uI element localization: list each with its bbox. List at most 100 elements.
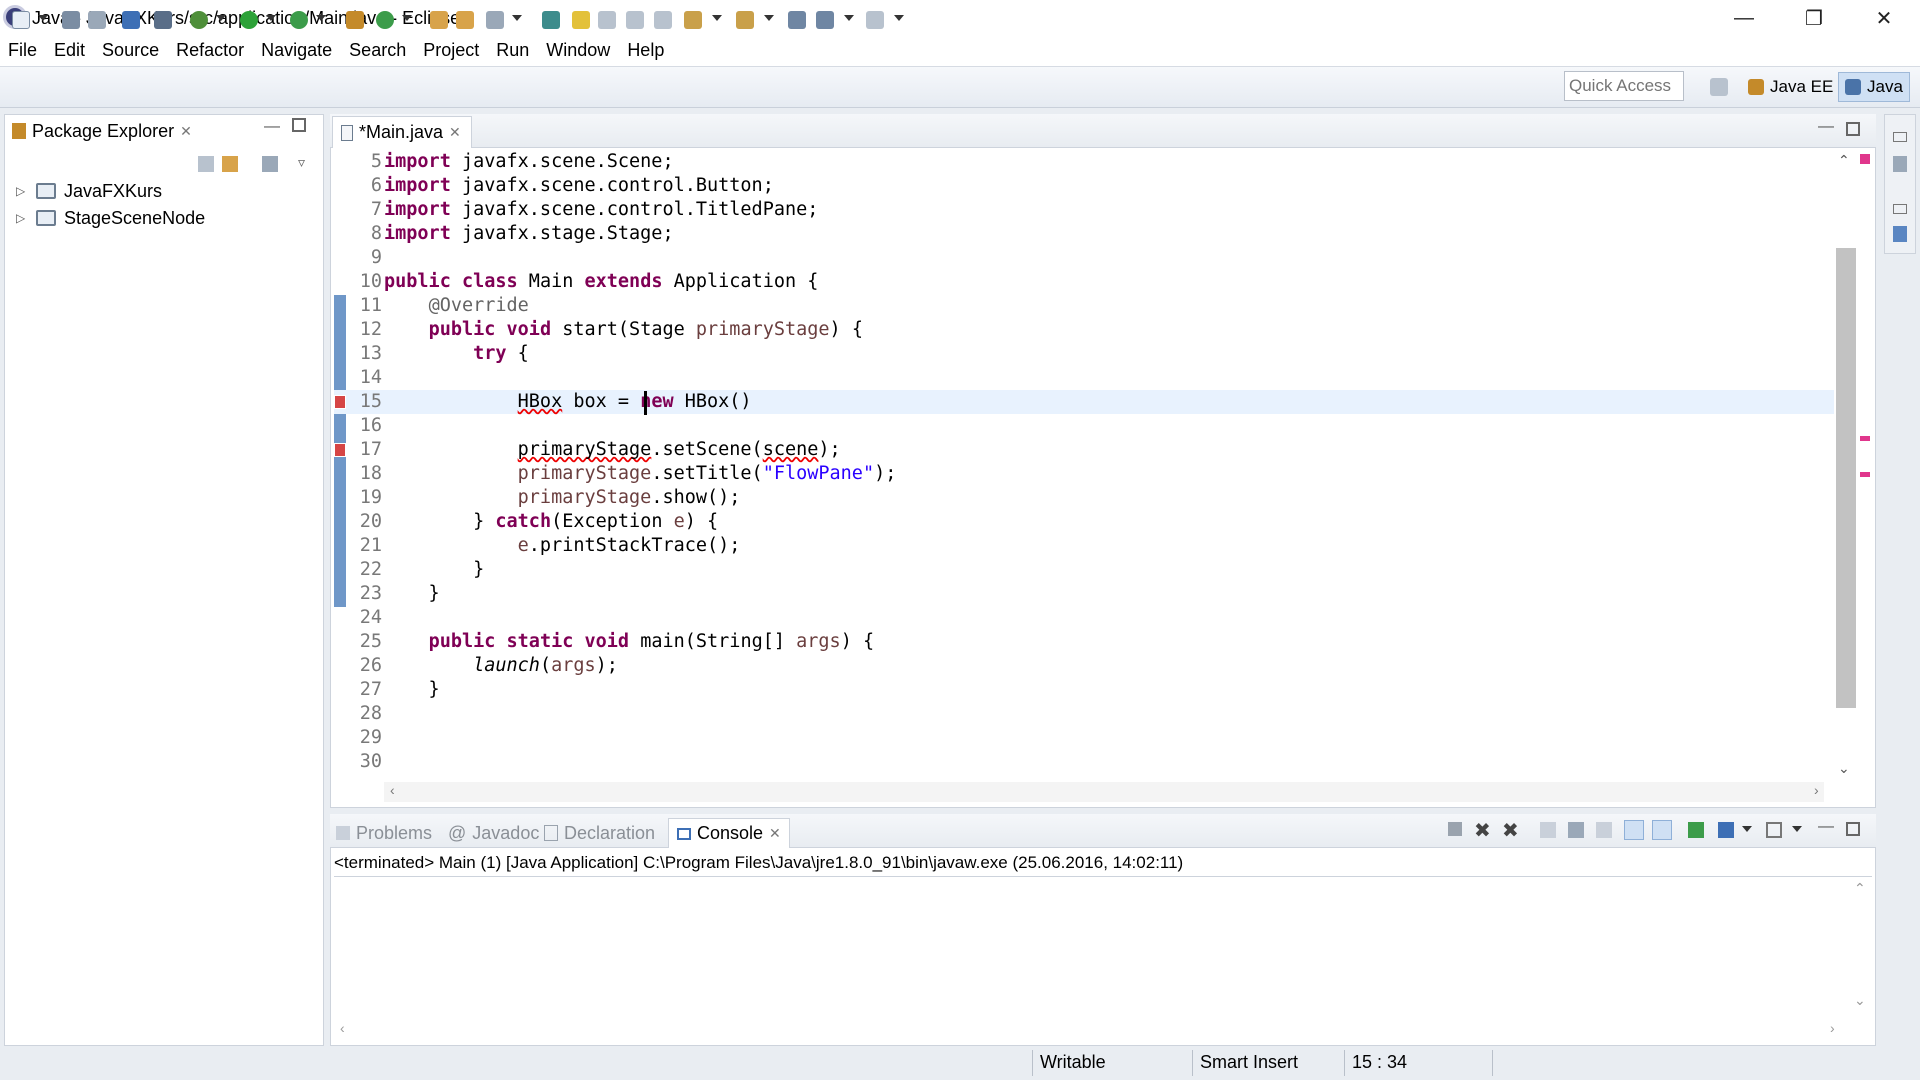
focus-active-task-icon[interactable] [262, 156, 278, 172]
error-marker-icon[interactable] [334, 395, 346, 409]
scroll-right-icon[interactable]: › [1814, 782, 1819, 798]
restore-button[interactable]: ❐ [1780, 0, 1848, 36]
menu-run[interactable]: Run [496, 40, 529, 61]
tab-problems[interactable]: Problems [336, 818, 432, 848]
view-menu-icon[interactable]: ▿ [298, 154, 305, 171]
editor-horizontal-scrollbar[interactable] [384, 782, 1824, 802]
search-icon[interactable] [486, 11, 504, 29]
toggle-ant-icon[interactable] [542, 11, 560, 29]
new-java-package-icon[interactable] [346, 11, 364, 29]
pin-console-icon[interactable] [1688, 822, 1704, 838]
perspective-java[interactable]: Java [1838, 72, 1910, 102]
new-dropdown-icon[interactable] [38, 15, 48, 21]
open-console-dropdown-icon[interactable] [1792, 826, 1802, 832]
restore-stack-icon[interactable] [1893, 132, 1907, 142]
show-whitespace-icon[interactable] [654, 11, 672, 29]
scroll-down-icon[interactable]: ⌄ [1838, 760, 1850, 777]
minimize-editor-icon[interactable]: — [1818, 118, 1834, 136]
search-dropdown-icon[interactable] [512, 15, 522, 21]
open-console-icon[interactable] [1766, 822, 1782, 838]
run-dropdown-icon[interactable] [266, 15, 276, 21]
forward-icon[interactable] [866, 11, 884, 29]
tree-item-project[interactable]: ▷ StageSceneNode [16, 205, 205, 231]
tab-main-java[interactable]: *Main.java ✕ [332, 116, 472, 148]
display-console-dropdown-icon[interactable] [1742, 826, 1752, 832]
close-view-icon[interactable]: ✕ [180, 123, 192, 140]
menu-edit[interactable]: Edit [54, 40, 85, 61]
code-line[interactable]: 24 [334, 606, 1834, 630]
open-task-icon[interactable] [456, 11, 474, 29]
menu-source[interactable]: Source [102, 40, 159, 61]
code-line[interactable]: 8 import javafx.stage.Stage; [334, 222, 1834, 246]
code-line[interactable]: 5 import javafx.scene.Scene; [334, 150, 1834, 174]
save-icon[interactable] [62, 11, 80, 29]
menu-file[interactable]: File [8, 40, 37, 61]
restore-stack-icon[interactable] [1893, 204, 1907, 214]
overview-error-mark[interactable] [1860, 436, 1870, 441]
minimize-button[interactable]: — [1710, 0, 1778, 36]
code-line[interactable]: 9 [334, 246, 1834, 270]
code-line[interactable]: 20 } catch(Exception e) { [334, 510, 1834, 534]
next-annotation-icon[interactable] [684, 11, 702, 29]
maximize-view-icon[interactable] [292, 118, 306, 132]
minimize-panel-icon[interactable]: — [1818, 818, 1834, 836]
skip-breakpoints-icon[interactable] [154, 11, 172, 29]
mark-occurrences-icon[interactable] [572, 11, 590, 29]
back-icon[interactable] [816, 11, 834, 29]
menu-help[interactable]: Help [627, 40, 664, 61]
last-edit-location-icon[interactable] [788, 11, 806, 29]
code-line[interactable]: 11 @Override [334, 294, 1834, 318]
outline-icon[interactable] [1893, 226, 1907, 242]
previous-annotation-icon[interactable] [736, 11, 754, 29]
next-annotation-dropdown-icon[interactable] [712, 15, 722, 21]
open-perspective-icon[interactable] [1710, 78, 1728, 96]
new-java-class-icon[interactable] [376, 11, 394, 29]
maximize-panel-icon[interactable] [1846, 822, 1860, 836]
scroll-right-icon[interactable]: › [1830, 1020, 1835, 1036]
open-type-icon[interactable] [430, 11, 448, 29]
tab-javadoc[interactable]: @ Javadoc [448, 818, 539, 848]
expand-arrow-icon[interactable]: ▷ [16, 211, 28, 225]
scroll-left-icon[interactable]: ‹ [340, 1020, 345, 1036]
editor-scroll-thumb[interactable] [1836, 248, 1856, 708]
word-wrap-console-icon[interactable] [1596, 822, 1612, 838]
show-console-stderr-icon[interactable] [1652, 820, 1672, 840]
code-line[interactable]: 14 [334, 366, 1834, 390]
expand-arrow-icon[interactable]: ▷ [16, 184, 28, 198]
code-line[interactable]: 6 import javafx.scene.control.Button; [334, 174, 1834, 198]
scroll-left-icon[interactable]: ‹ [390, 782, 395, 798]
code-line[interactable]: 23 } [334, 582, 1834, 606]
save-all-icon[interactable] [88, 11, 106, 29]
tab-declaration[interactable]: Declaration [544, 818, 655, 848]
overview-error-mark[interactable] [1860, 472, 1870, 477]
maximize-editor-icon[interactable] [1846, 122, 1860, 136]
code-line[interactable]: 28 [334, 702, 1834, 726]
code-line[interactable]: 19 primaryStage.show(); [334, 486, 1834, 510]
debug-dropdown-icon[interactable] [216, 15, 226, 21]
code-line[interactable]: 29 [334, 726, 1834, 750]
coverage-icon[interactable] [290, 11, 308, 29]
code-editor[interactable]: 5 import javafx.scene.Scene; 6 import javaf… [334, 150, 1834, 780]
code-line[interactable]: 13 try { [334, 342, 1834, 366]
clear-console-icon[interactable] [1540, 822, 1556, 838]
run-icon[interactable] [240, 11, 258, 29]
perspective-java-ee[interactable]: Java EE [1742, 72, 1839, 102]
scroll-up-icon[interactable]: ⌃ [1854, 880, 1866, 897]
quick-access-input[interactable] [1564, 71, 1684, 101]
scroll-lock-icon[interactable] [1568, 822, 1584, 838]
code-line[interactable]: 30 [334, 750, 1834, 774]
code-line[interactable]: 18 primaryStage.setTitle("FlowPane"); [334, 462, 1834, 486]
tree-item-project[interactable]: ▷ JavaFXKurs [16, 178, 162, 204]
coverage-dropdown-icon[interactable] [316, 15, 326, 21]
forward-dropdown-icon[interactable] [894, 15, 904, 21]
menu-project[interactable]: Project [423, 40, 479, 61]
minimize-view-icon[interactable]: — [264, 118, 280, 136]
overview-error-indicator[interactable] [1860, 154, 1870, 164]
new-class-dropdown-icon[interactable] [402, 15, 412, 21]
package-explorer-tab[interactable]: Package Explorer ✕ [4, 114, 204, 148]
close-tab-icon[interactable]: ✕ [449, 124, 461, 141]
code-line[interactable]: 12 public void start(Stage primaryStage)… [334, 318, 1834, 342]
code-line[interactable]: 16 [334, 414, 1834, 438]
terminate-icon[interactable] [1448, 822, 1462, 836]
code-line[interactable]: 22 } [334, 558, 1834, 582]
